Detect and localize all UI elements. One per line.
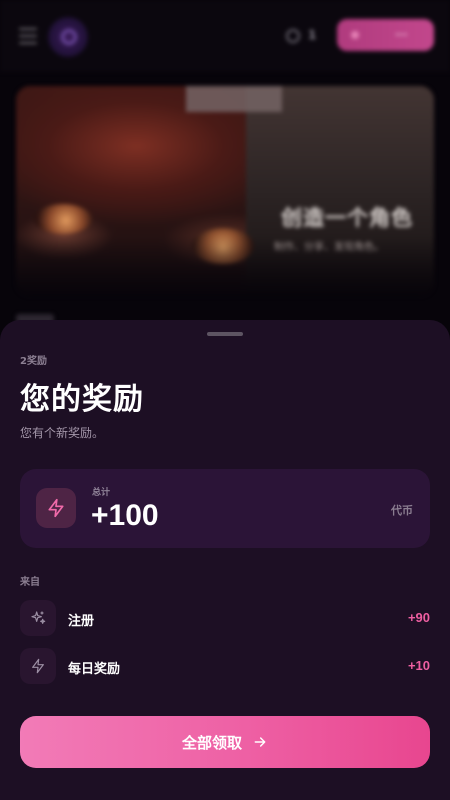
source-name: 注册	[68, 614, 95, 629]
sheet-title: 您的奖励	[20, 382, 144, 417]
upgrade-label: ···	[395, 28, 408, 41]
sheet-subtitle: 您有个新奖励。	[20, 426, 105, 440]
claim-all-label: 全部领取	[181, 733, 242, 752]
coin-count: 1	[308, 28, 317, 42]
hero-banner[interactable]: 创造一个角色 制作、分享、发现角色。	[16, 86, 434, 296]
list-item: 注册 +90	[20, 600, 430, 636]
coin-icon	[286, 29, 300, 43]
list-item: 每日奖励 +10	[20, 648, 430, 684]
upgrade-icon	[351, 31, 359, 39]
arrow-right-icon	[254, 737, 266, 747]
top-bar: 1 ···	[0, 0, 450, 72]
sparkles-icon	[20, 600, 56, 636]
hero-title: 创造一个角色	[281, 206, 413, 230]
rewards-count: 2奖励	[20, 356, 47, 367]
total-card: 总计 +100 代币	[20, 469, 430, 548]
lightning-icon	[36, 488, 76, 528]
source-name: 每日奖励	[68, 662, 121, 677]
rewards-sheet: 2奖励 您的奖励 您有个新奖励。 总计 +100 代币 来自 注册 +90 每日…	[0, 320, 450, 800]
source-value: +90	[407, 610, 430, 625]
upgrade-button[interactable]: ···	[337, 19, 434, 51]
total-unit: 代币	[391, 504, 413, 517]
hero-artwork	[34, 204, 92, 234]
menu-icon[interactable]	[19, 28, 37, 44]
from-label: 来自	[20, 577, 40, 588]
lightning-icon	[20, 648, 56, 684]
total-value: +100	[91, 499, 159, 532]
logo-icon[interactable]	[48, 17, 88, 57]
total-label: 总计	[92, 488, 111, 498]
claim-all-button[interactable]: 全部领取	[20, 716, 430, 768]
source-value: +10	[407, 658, 430, 673]
drag-handle[interactable]	[207, 332, 243, 336]
hero-subtitle: 制作、分享、发现角色。	[274, 242, 384, 253]
